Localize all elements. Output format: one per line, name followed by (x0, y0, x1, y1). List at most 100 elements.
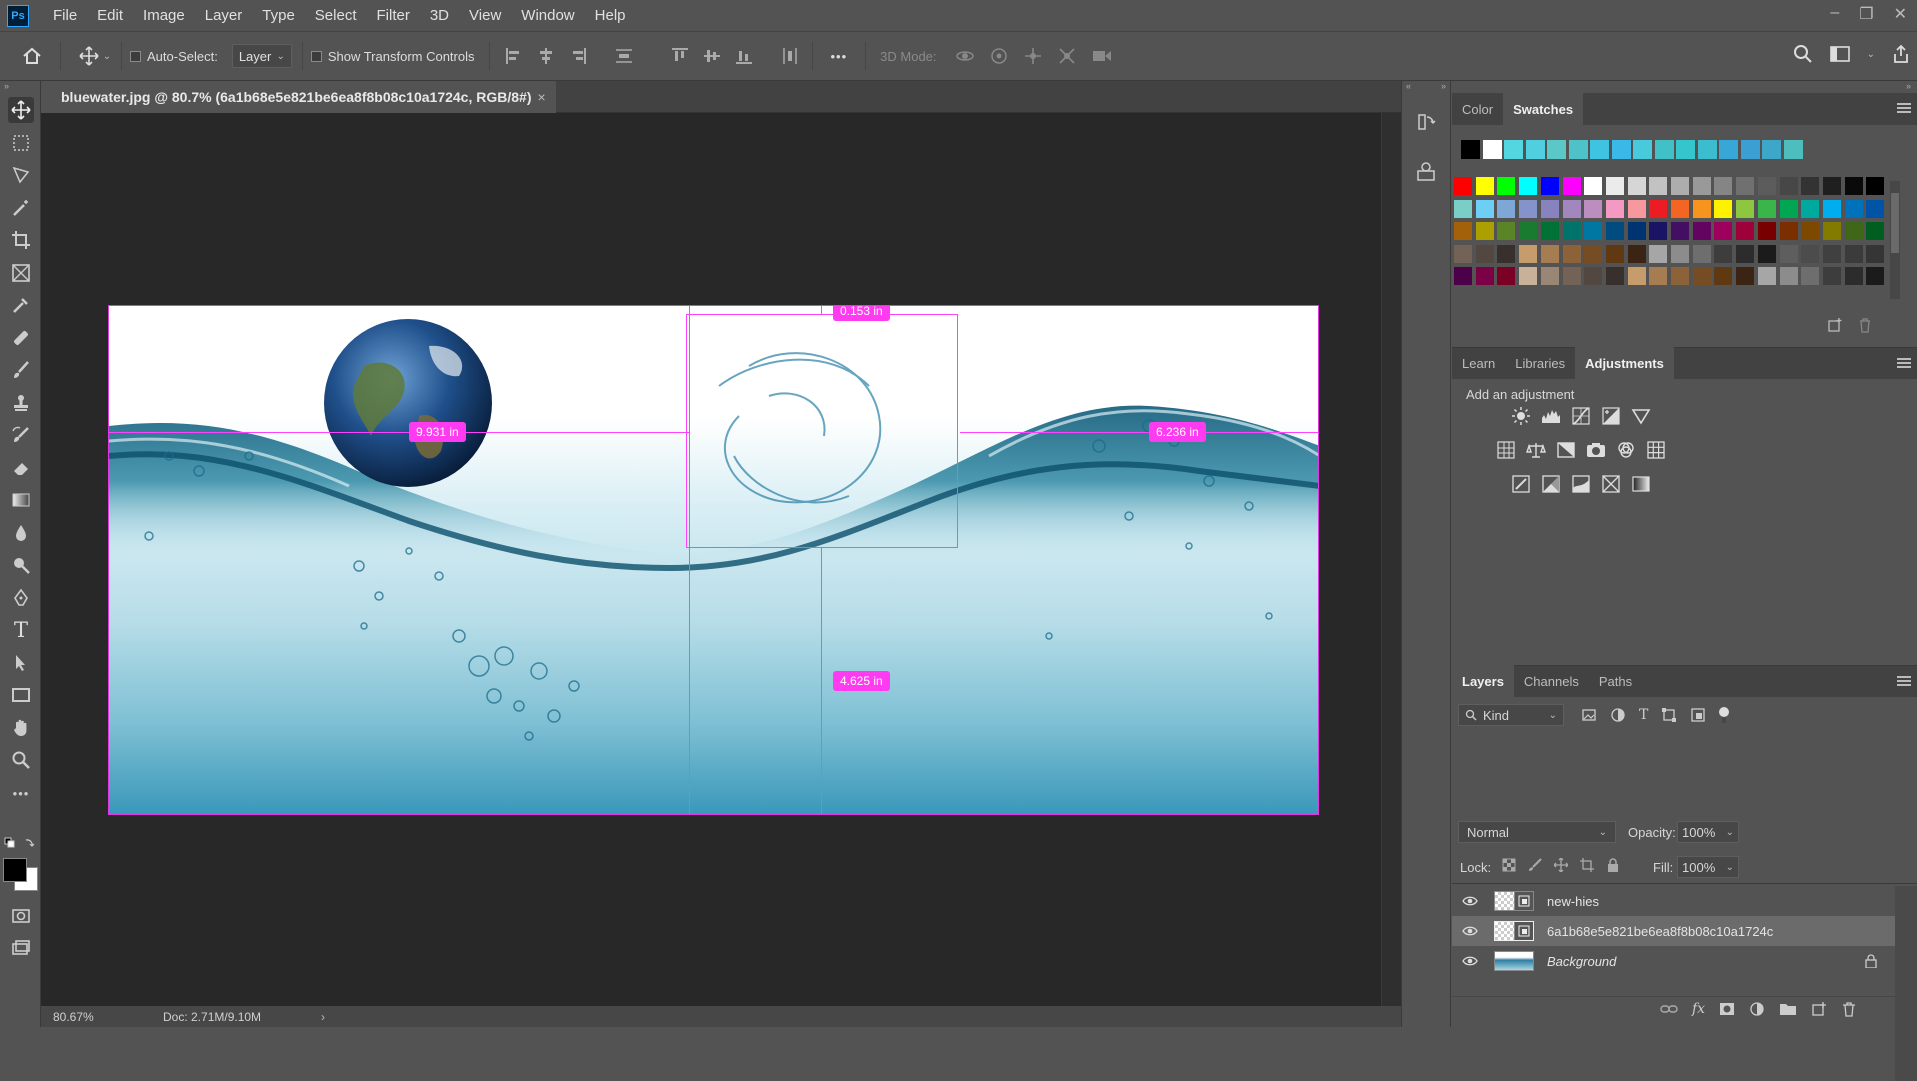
swatch[interactable] (1671, 267, 1689, 286)
tab-learn[interactable]: Learn (1452, 347, 1505, 379)
swatch[interactable] (1605, 199, 1624, 218)
recent-swatch[interactable] (1676, 140, 1695, 159)
swatch[interactable] (1844, 177, 1863, 195)
swatch[interactable] (1801, 177, 1820, 195)
swatch[interactable] (1822, 267, 1841, 286)
history-brush-tool-icon[interactable] (8, 422, 34, 448)
menu-file[interactable]: File (43, 7, 87, 24)
invert-icon[interactable] (1510, 473, 1532, 495)
pen-tool-icon[interactable] (8, 585, 34, 611)
swatch[interactable] (1822, 244, 1841, 263)
healing-brush-tool-icon[interactable] (8, 325, 34, 351)
swatch[interactable] (1822, 222, 1841, 241)
auto-select-checkbox[interactable] (130, 50, 141, 62)
menu-3d[interactable]: 3D (420, 7, 459, 24)
recent-swatch[interactable] (1633, 140, 1652, 159)
recent-swatch[interactable] (1762, 140, 1781, 159)
swatch[interactable] (1627, 177, 1646, 195)
status-menu-arrow[interactable]: › (321, 1010, 325, 1024)
menu-select[interactable]: Select (305, 7, 367, 24)
swatch[interactable] (1866, 177, 1885, 195)
swatch[interactable] (1562, 177, 1581, 195)
collapse-toolbar-icon[interactable]: » (0, 81, 41, 95)
recent-swatch[interactable] (1783, 140, 1803, 159)
move-tool-preset-icon[interactable] (77, 44, 101, 68)
document-image[interactable]: 0.153 in 9.931 in 6.236 in 4.625 in (108, 305, 1319, 815)
levels-icon[interactable] (1540, 405, 1562, 427)
dodge-tool-icon[interactable] (8, 552, 34, 578)
eyedropper-tool-icon[interactable] (8, 292, 34, 318)
screen-mode-icon[interactable] (8, 935, 34, 961)
swatch[interactable] (1779, 177, 1798, 195)
recent-swatch[interactable] (1697, 140, 1717, 159)
swatch[interactable] (1540, 199, 1559, 218)
swatch[interactable] (1519, 244, 1538, 263)
tab-channels[interactable]: Channels (1514, 665, 1589, 697)
chevron-down-icon[interactable]: ⌄ (1867, 49, 1875, 60)
clone-stamp-tool-icon[interactable] (8, 390, 34, 416)
marquee-tool-icon[interactable] (8, 130, 34, 156)
recent-swatch[interactable] (1461, 140, 1480, 159)
lock-transparent-pixels-icon[interactable] (1502, 858, 1516, 872)
layers-scrollbar[interactable] (1895, 886, 1917, 1081)
align-right-edges-icon[interactable] (568, 46, 588, 66)
recent-swatch[interactable] (1719, 140, 1738, 159)
swatch[interactable] (1649, 244, 1668, 263)
fx-icon[interactable]: fx (1692, 1001, 1705, 1017)
add-mask-icon[interactable] (1719, 1001, 1735, 1017)
lock-icon[interactable] (1864, 954, 1878, 968)
path-selection-tool-icon[interactable] (8, 650, 34, 676)
swatch[interactable] (1714, 267, 1733, 286)
orbit-3d-icon[interactable] (955, 46, 975, 66)
move-tool-icon[interactable] (8, 97, 34, 123)
swatch[interactable] (1736, 177, 1755, 195)
eraser-tool-icon[interactable] (8, 455, 34, 481)
brush-tool-icon[interactable] (8, 357, 34, 383)
swatch[interactable] (1779, 244, 1798, 263)
swatch[interactable] (1801, 244, 1820, 263)
selective-color-icon[interactable] (1600, 473, 1622, 495)
blend-mode-dropdown[interactable]: Normal ⌄ (1458, 821, 1616, 843)
visibility-eye-icon[interactable] (1462, 923, 1478, 939)
swatch[interactable] (1692, 177, 1711, 195)
swatch[interactable] (1605, 177, 1624, 195)
zoom-level[interactable]: 80.67% (53, 1010, 153, 1024)
swatch[interactable] (1844, 199, 1863, 218)
swatch[interactable] (1757, 199, 1776, 218)
tab-adjustments[interactable]: Adjustments (1575, 347, 1674, 379)
swatch[interactable] (1736, 222, 1755, 241)
blur-tool-icon[interactable] (8, 520, 34, 546)
swatch[interactable] (1757, 177, 1776, 195)
swatch[interactable] (1714, 177, 1733, 195)
lasso-tool-icon[interactable] (8, 162, 34, 188)
scale-3d-icon[interactable] (1091, 46, 1113, 66)
swatch[interactable] (1562, 244, 1581, 263)
menu-edit[interactable]: Edit (87, 7, 133, 24)
swatch[interactable] (1844, 244, 1863, 263)
tab-libraries[interactable]: Libraries (1505, 347, 1575, 379)
document-tab[interactable]: bluewater.jpg @ 80.7% (6a1b68e5e821be6ea… (41, 81, 556, 113)
lock-image-pixels-icon[interactable] (1528, 858, 1542, 872)
transform-bounding-box[interactable] (686, 314, 958, 548)
layer-row-selected[interactable]: 6a1b68e5e821be6ea8f8b08c10a1724c (1452, 916, 1897, 946)
swatch[interactable] (1497, 222, 1516, 241)
swatch[interactable] (1454, 177, 1472, 195)
filter-shape-icon[interactable] (1661, 707, 1677, 723)
minimize-button[interactable]: – (1830, 4, 1839, 24)
color-lookup-icon[interactable] (1645, 439, 1667, 461)
swatch[interactable] (1605, 267, 1624, 286)
menu-type[interactable]: Type (252, 7, 305, 24)
swatch[interactable] (1562, 222, 1581, 241)
close-document-icon[interactable]: × (537, 89, 545, 105)
align-left-edges-icon[interactable] (504, 46, 524, 66)
swatch[interactable] (1736, 199, 1755, 218)
swatch[interactable] (1649, 177, 1668, 195)
swatch[interactable] (1671, 244, 1689, 263)
swatch[interactable] (1627, 222, 1646, 241)
expand-left-dock-icon[interactable]: » (1441, 81, 1446, 93)
show-transform-controls-checkbox[interactable] (310, 50, 322, 62)
link-layers-icon[interactable] (1660, 1002, 1678, 1016)
swatch[interactable] (1649, 199, 1668, 218)
filter-pixel-icon[interactable] (1581, 707, 1597, 723)
swatch[interactable] (1627, 199, 1646, 218)
